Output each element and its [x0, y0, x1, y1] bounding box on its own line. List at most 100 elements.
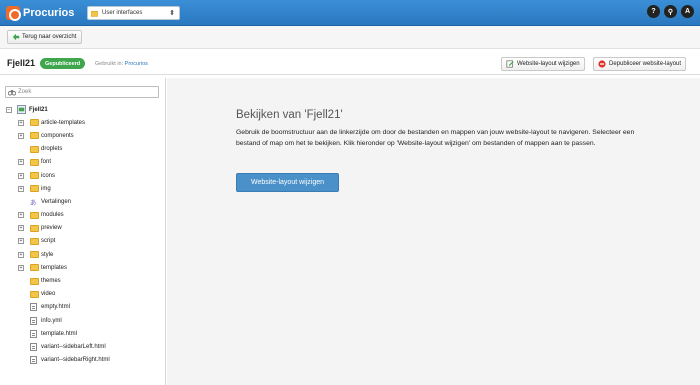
tree-folder-item[interactable]: + article-templates	[5, 116, 165, 129]
tree-item-label: info.yml	[41, 317, 62, 324]
file-icon	[30, 342, 37, 351]
unpublish-layout-button[interactable]: Depubliceer website-layout	[593, 57, 687, 71]
context-select-value: User interfaces	[102, 10, 143, 16]
tree-folder-item[interactable]: + script	[5, 235, 165, 248]
svg-text:あ: あ	[30, 199, 36, 207]
tree-item-label: template.html	[41, 330, 78, 337]
expand-toggle-icon[interactable]: +	[18, 159, 24, 166]
site-header: Fjell21 Gepubliceerd Gebruikt in: Procur…	[0, 53, 700, 75]
file-tree-sidebar: Zoek − Fjell21 + article-templates + compon…	[0, 78, 166, 385]
edit-layout-button[interactable]: Website-layout wijzigen	[501, 57, 585, 71]
used-in-link[interactable]: Procurios	[125, 61, 148, 67]
tree-item-label: font	[41, 159, 52, 166]
tree-folder-item[interactable]: + modules	[5, 209, 165, 222]
file-icon	[30, 356, 37, 365]
tree-file-item[interactable]: variant--sidebarRight.html	[5, 354, 165, 367]
tree-folder-item[interactable]: + components	[5, 129, 165, 142]
collapse-toggle-icon[interactable]: −	[6, 106, 12, 113]
folder-icon	[30, 237, 39, 245]
tree-folder-item[interactable]: + preview	[5, 222, 165, 235]
expand-toggle-icon[interactable]: +	[18, 172, 24, 179]
back-button-label: Terug naar overzicht	[22, 34, 77, 40]
edit-document-icon	[506, 60, 514, 68]
expand-toggle-icon[interactable]: +	[18, 225, 24, 232]
file-tree: − Fjell21 + article-templates + components d…	[5, 103, 165, 367]
user-avatar[interactable]: A	[681, 5, 694, 18]
folder-icon	[30, 224, 39, 232]
tree-item-label: img	[41, 185, 51, 192]
expand-toggle-icon[interactable]: +	[18, 185, 24, 192]
site-root-icon	[17, 105, 26, 115]
app-name: Procurios	[23, 7, 75, 19]
translations-icon: あ	[30, 198, 39, 207]
tree-folder-item[interactable]: video	[5, 288, 165, 301]
no-entry-icon	[598, 60, 606, 68]
page-title: Fjell21	[7, 58, 36, 68]
status-badge: Gepubliceerd	[40, 58, 86, 69]
back-bar: Terug naar overzicht	[0, 26, 700, 49]
tree-folder-item[interactable]: + img	[5, 182, 165, 195]
tree-folder-item[interactable]: + templates	[5, 261, 165, 274]
tree-item-label: preview	[41, 225, 62, 232]
tree-item-label: empty.html	[41, 304, 70, 311]
tree-folder-item[interactable]: + icons	[5, 169, 165, 182]
tree-file-item[interactable]: template.html	[5, 327, 165, 340]
tree-item-label: droplets	[41, 146, 63, 153]
search-input[interactable]: Zoek	[5, 86, 159, 98]
folder-icon	[30, 132, 39, 140]
search-icon[interactable]: ⚲	[664, 5, 677, 18]
tree-folder-item[interactable]: droplets	[5, 143, 165, 156]
tree-file-item[interactable]: variant--sidebarLeft.html	[5, 340, 165, 353]
procurios-logo-icon	[6, 6, 21, 21]
file-icon	[30, 316, 37, 325]
tree-item-label: variant--sidebarRight.html	[41, 357, 110, 364]
folder-icon	[30, 211, 39, 219]
expand-toggle-icon[interactable]: +	[18, 212, 24, 219]
app-logo[interactable]: Procurios	[6, 5, 74, 21]
view-title: Bekijken van 'Fjell21'	[236, 109, 343, 121]
expand-toggle-icon[interactable]: +	[18, 251, 24, 258]
expand-toggle-icon[interactable]: +	[18, 119, 24, 126]
tree-file-item[interactable]: empty.html	[5, 301, 165, 314]
tree-item-label: themes	[41, 278, 61, 285]
tree-file-item[interactable]: info.yml	[5, 314, 165, 327]
tree-item-label: templates	[41, 264, 68, 271]
tree-item-label: components	[41, 132, 74, 139]
help-icon[interactable]: ?	[647, 5, 660, 18]
folder-icon	[30, 145, 39, 153]
file-icon	[30, 303, 37, 312]
tree-folder-item[interactable]: + style	[5, 248, 165, 261]
folder-icon	[30, 251, 39, 259]
unpublish-layout-label: Depubliceer website-layout	[609, 61, 682, 67]
chevron-down-icon: ⬍	[169, 10, 175, 17]
context-select[interactable]: User interfaces ⬍	[87, 6, 180, 20]
folder-icon	[30, 185, 39, 193]
tree-folder-item[interactable]: あ Vertalingen	[5, 195, 165, 208]
tree-item-label: style	[41, 251, 54, 258]
folder-icon	[30, 119, 39, 127]
view-description: Gebruik de boomstructuur aan de linkerzi…	[236, 129, 635, 147]
tree-root[interactable]: − Fjell21	[5, 103, 165, 116]
used-in: Gebruikt in: Procurios	[95, 61, 148, 67]
folder-icon	[30, 290, 39, 298]
tree-item-label: modules	[41, 212, 64, 219]
tree-folder-item[interactable]: themes	[5, 274, 165, 287]
binoculars-icon	[8, 89, 16, 95]
folder-icon	[30, 172, 39, 180]
arrow-left-icon	[12, 33, 20, 41]
top-bar: Procurios User interfaces ⬍ ? ⚲ A	[0, 0, 700, 26]
tree-item-label: script	[41, 238, 56, 245]
back-to-overview-button[interactable]: Terug naar overzicht	[7, 30, 83, 44]
edit-layout-primary-button[interactable]: Website-layout wijzigen	[236, 173, 339, 192]
folder-icon	[30, 264, 39, 272]
expand-toggle-icon[interactable]: +	[18, 132, 24, 139]
tree-item-label: video	[41, 291, 56, 298]
expand-toggle-icon[interactable]: +	[18, 264, 24, 271]
tree-item-label: icons	[41, 172, 56, 179]
tree-folder-item[interactable]: + font	[5, 156, 165, 169]
tree-item-label: variant--sidebarLeft.html	[41, 343, 106, 350]
expand-toggle-icon[interactable]: +	[18, 238, 24, 245]
edit-layout-label: Website-layout wijzigen	[517, 61, 580, 67]
tree-item-label: article-templates	[41, 119, 86, 126]
search-placeholder: Zoek	[18, 89, 32, 95]
